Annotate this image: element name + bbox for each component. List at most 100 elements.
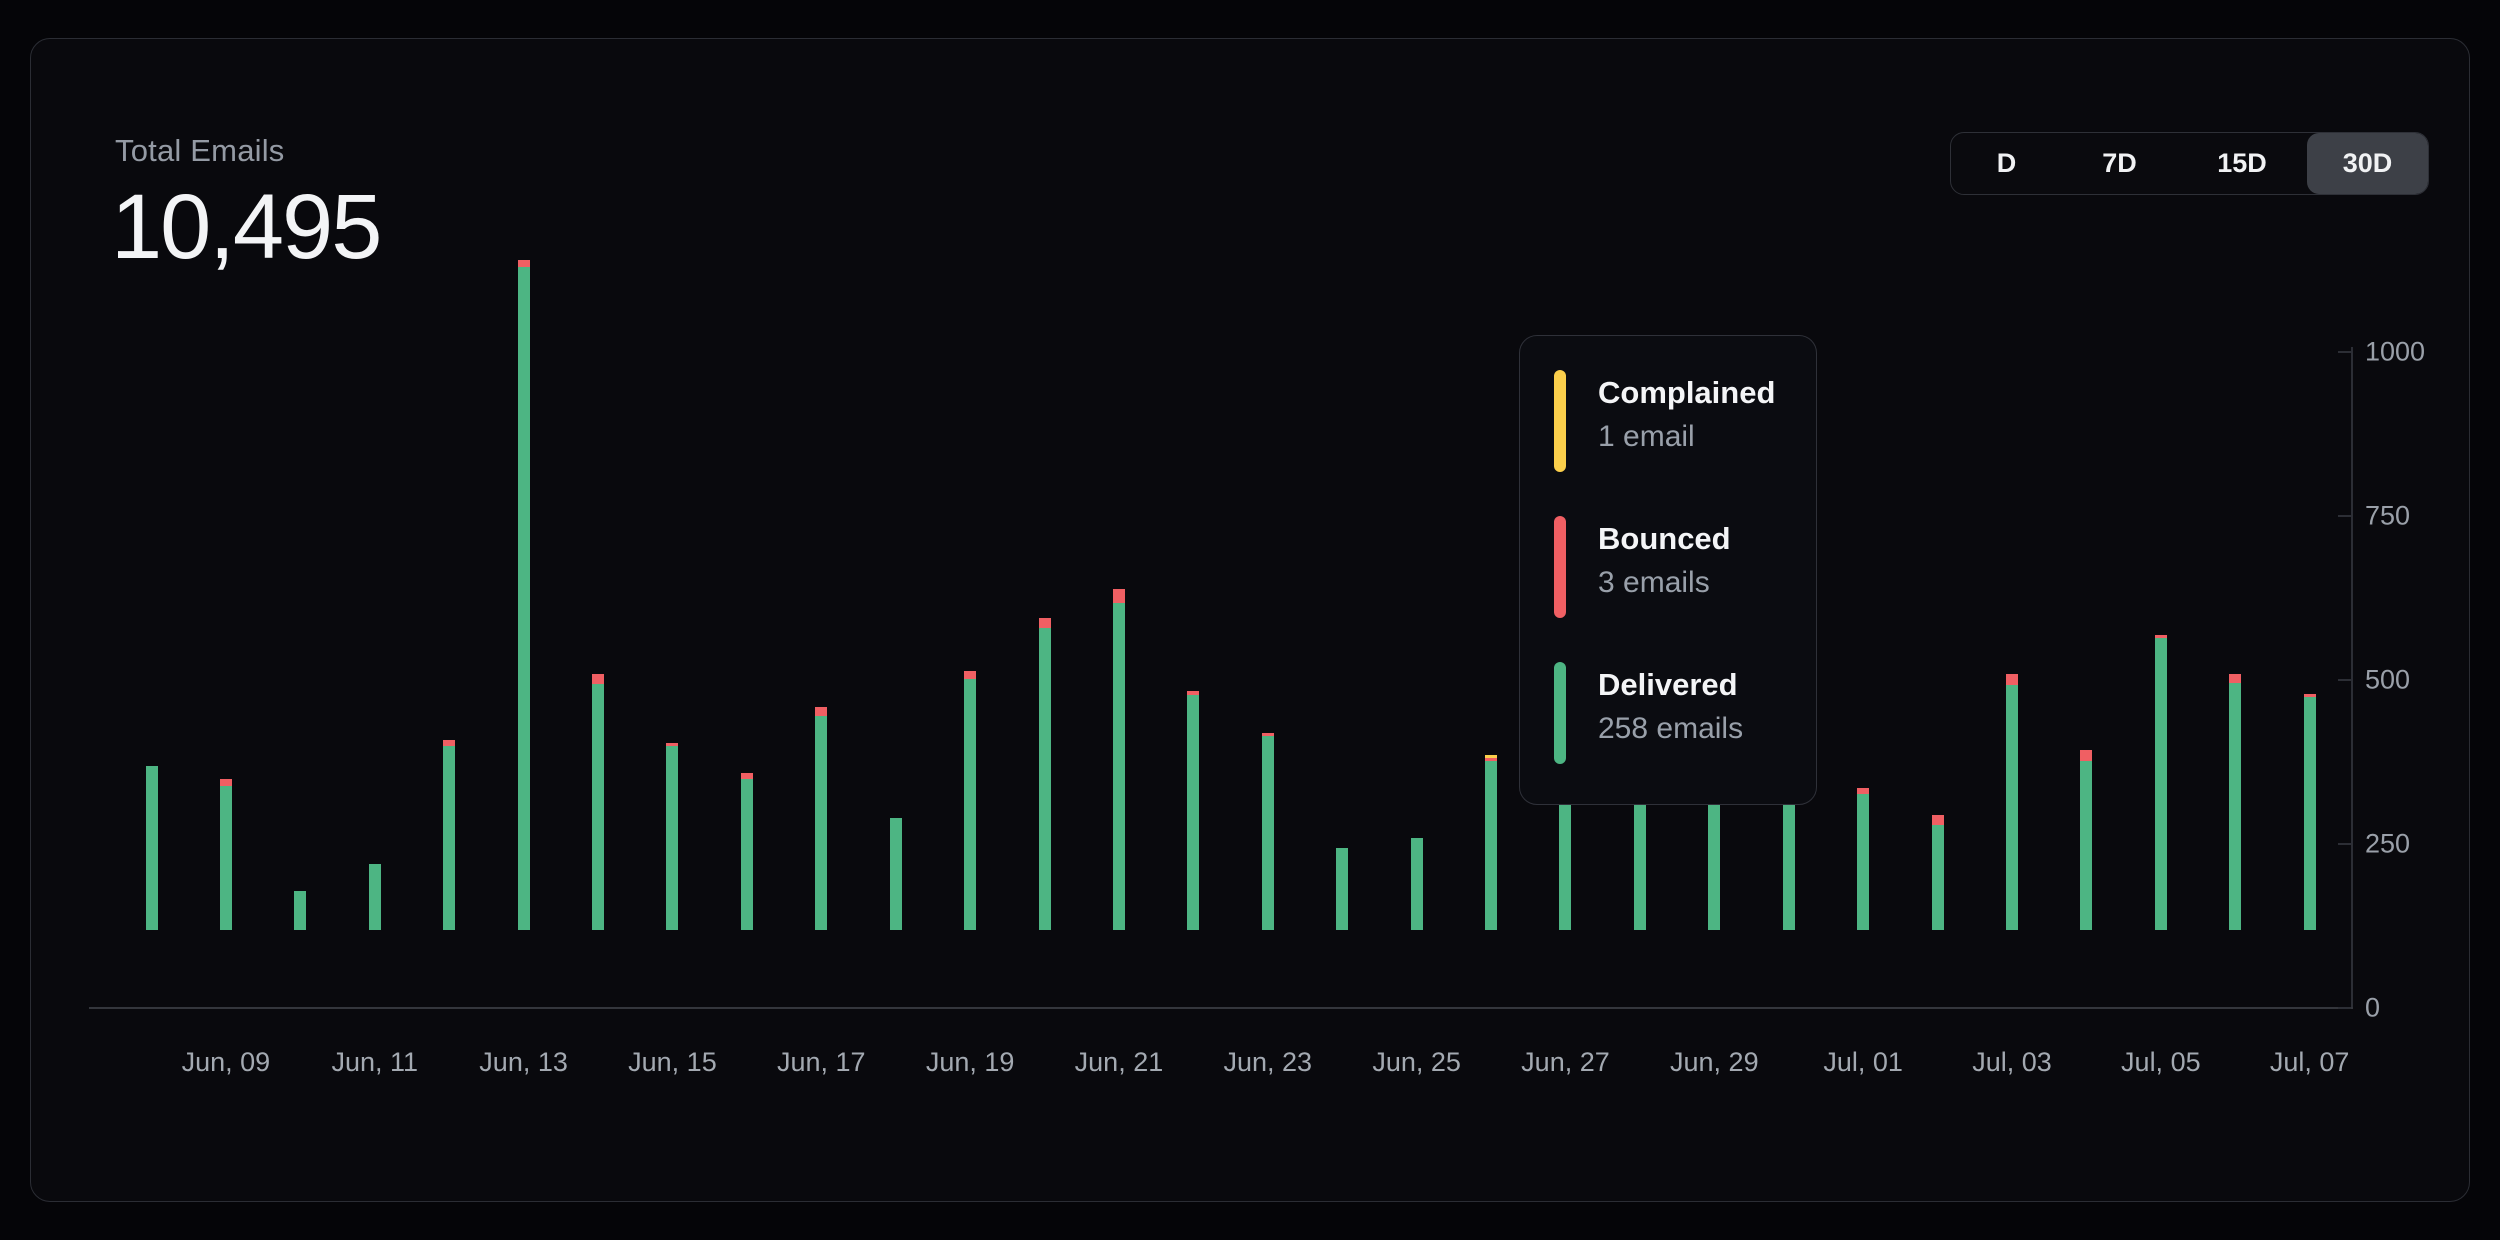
y-tick-mark bbox=[2338, 515, 2351, 517]
delivered-segment bbox=[741, 779, 753, 930]
x-tick-label: Jul, 03 bbox=[1972, 1047, 2052, 1078]
x-tick-label: Jun, 19 bbox=[926, 1047, 1015, 1078]
bounced-segment bbox=[1039, 618, 1051, 628]
y-tick-mark bbox=[2338, 351, 2351, 353]
x-tick-label: Jul, 01 bbox=[1823, 1047, 1903, 1078]
delivered-segment bbox=[146, 766, 158, 930]
x-tick-label: Jun, 11 bbox=[331, 1047, 418, 1078]
x-tick-label: Jun, 23 bbox=[1224, 1047, 1313, 1078]
bar-jul-07[interactable] bbox=[2304, 694, 2316, 930]
bar-jun-22[interactable] bbox=[1187, 691, 1199, 930]
delivered-segment bbox=[2006, 685, 2018, 930]
bounced-segment bbox=[592, 674, 604, 684]
x-tick-label: Jun, 09 bbox=[182, 1047, 271, 1078]
delivered-segment bbox=[2304, 697, 2316, 930]
delivered-segment bbox=[443, 746, 455, 930]
bounced-segment bbox=[2080, 750, 2092, 761]
range-button-15d[interactable]: 15D bbox=[2177, 133, 2307, 194]
bar-jun-24[interactable] bbox=[1336, 848, 1348, 930]
time-range-selector: D7D15D30D bbox=[1950, 132, 2429, 195]
x-tick-label: Jul, 07 bbox=[2270, 1047, 2350, 1078]
y-tick-mark bbox=[2338, 843, 2351, 845]
bounced-segment bbox=[2229, 674, 2241, 683]
bar-jun-14[interactable] bbox=[592, 674, 604, 930]
bar-jul-06[interactable] bbox=[2229, 674, 2241, 930]
tooltip-item-bounced: Bounced 3 emails bbox=[1554, 516, 1816, 618]
bar-jun-23[interactable] bbox=[1262, 733, 1274, 930]
y-tick-mark bbox=[2338, 679, 2351, 681]
delivered-segment bbox=[1411, 838, 1423, 930]
y-axis-line bbox=[2351, 347, 2353, 1008]
x-tick-label: Jun, 17 bbox=[777, 1047, 866, 1078]
delivered-segment bbox=[2080, 761, 2092, 930]
y-tick-label: 750 bbox=[2365, 501, 2410, 532]
range-button-d[interactable]: D bbox=[1951, 133, 2062, 194]
y-tick-label: 250 bbox=[2365, 829, 2410, 860]
bar-jun-08[interactable] bbox=[146, 766, 158, 930]
delivered-segment bbox=[1932, 825, 1944, 930]
range-button-7d[interactable]: 7D bbox=[2062, 133, 2177, 194]
tooltip-item-complained: Complained 1 email bbox=[1554, 370, 1816, 472]
bounced-segment bbox=[1932, 815, 1944, 825]
bar-jun-10[interactable] bbox=[294, 891, 306, 930]
bounced-color-pill bbox=[1554, 516, 1566, 618]
total-emails-value: 10,495 bbox=[111, 175, 380, 280]
bar-jun-13[interactable] bbox=[518, 260, 530, 930]
bar-jun-17[interactable] bbox=[815, 707, 827, 930]
bar-jun-16[interactable] bbox=[741, 773, 753, 930]
bounced-segment bbox=[1113, 589, 1125, 603]
bounced-segment bbox=[815, 707, 827, 716]
x-tick-label: Jun, 15 bbox=[628, 1047, 717, 1078]
bar-jul-05[interactable] bbox=[2155, 635, 2167, 930]
bar-jul-03[interactable] bbox=[2006, 674, 2018, 930]
bar-jun-19[interactable] bbox=[964, 671, 976, 930]
range-button-30d[interactable]: 30D bbox=[2307, 133, 2428, 194]
tooltip-label: Bounced bbox=[1598, 516, 1731, 562]
bounced-segment bbox=[2006, 674, 2018, 685]
delivered-segment bbox=[890, 818, 902, 930]
delivered-segment bbox=[964, 679, 976, 930]
delivered-segment bbox=[1187, 695, 1199, 930]
chart-tooltip: Complained 1 email Bounced 3 emails Deli… bbox=[1519, 335, 1817, 805]
delivered-segment bbox=[1336, 848, 1348, 930]
total-emails-card: Total Emails 10,495 D7D15D30D 0250500750… bbox=[30, 38, 2470, 1202]
delivered-segment bbox=[1039, 628, 1051, 930]
x-tick-label: Jun, 29 bbox=[1670, 1047, 1759, 1078]
x-tick-label: Jun, 21 bbox=[1075, 1047, 1164, 1078]
bar-jun-09[interactable] bbox=[220, 779, 232, 930]
tooltip-item-delivered: Delivered 258 emails bbox=[1554, 662, 1816, 764]
x-tick-label: Jun, 13 bbox=[479, 1047, 568, 1078]
x-tick-label: Jul, 05 bbox=[2121, 1047, 2201, 1078]
y-tick-label: 500 bbox=[2365, 665, 2410, 696]
bounced-segment bbox=[518, 260, 530, 268]
bar-jul-02[interactable] bbox=[1932, 815, 1944, 930]
y-tick-label: 1000 bbox=[2365, 337, 2425, 368]
tooltip-label: Delivered bbox=[1598, 662, 1743, 708]
bounced-segment bbox=[964, 671, 976, 680]
delivered-segment bbox=[815, 716, 827, 930]
bar-jun-11[interactable] bbox=[369, 864, 381, 930]
email-analytics-page: Total Emails 10,495 D7D15D30D 0250500750… bbox=[0, 0, 2500, 1240]
delivered-segment bbox=[369, 864, 381, 930]
delivered-segment bbox=[220, 786, 232, 930]
bar-jun-25[interactable] bbox=[1411, 838, 1423, 930]
bar-jun-12[interactable] bbox=[443, 740, 455, 930]
bar-jun-21[interactable] bbox=[1113, 589, 1125, 930]
tooltip-value: 3 emails bbox=[1598, 562, 1731, 604]
x-axis-line bbox=[89, 1007, 2353, 1009]
x-tick-label: Jun, 27 bbox=[1521, 1047, 1610, 1078]
tooltip-value: 258 emails bbox=[1598, 708, 1743, 750]
bar-jul-04[interactable] bbox=[2080, 750, 2092, 930]
tooltip-value: 1 email bbox=[1598, 416, 1775, 458]
complained-color-pill bbox=[1554, 370, 1566, 472]
delivered-segment bbox=[1485, 761, 1497, 930]
delivered-segment bbox=[1857, 794, 1869, 930]
bar-jun-20[interactable] bbox=[1039, 618, 1051, 930]
bar-jun-15[interactable] bbox=[666, 743, 678, 930]
delivered-color-pill bbox=[1554, 662, 1566, 764]
bar-jul-01[interactable] bbox=[1857, 788, 1869, 930]
bar-jun-18[interactable] bbox=[890, 818, 902, 930]
delivered-segment bbox=[592, 684, 604, 930]
bar-jun-26[interactable] bbox=[1485, 755, 1497, 930]
delivered-segment bbox=[2229, 683, 2241, 930]
